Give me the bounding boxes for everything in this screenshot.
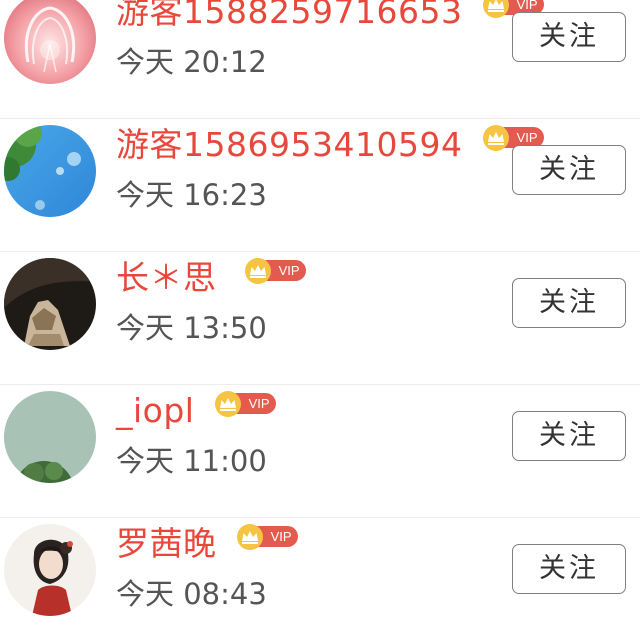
name-line: 游客1588259716653 VIP xyxy=(116,0,544,34)
vip-badge: VIP xyxy=(214,391,276,417)
user-name[interactable]: _iopl xyxy=(116,389,194,433)
crown-icon xyxy=(214,391,241,417)
user-name[interactable]: 罗茜晚 xyxy=(116,522,217,566)
list-item[interactable]: 游客1588259716653 VIP 今天 20:12 关注 xyxy=(0,0,640,119)
list-item[interactable]: 游客1586953410594 VIP 今天 16:23 关注 xyxy=(0,119,640,252)
avatar[interactable] xyxy=(4,391,96,483)
avatar[interactable] xyxy=(4,125,96,217)
user-name[interactable]: 游客1586953410594 xyxy=(116,123,462,167)
list-item[interactable]: 长＊思 VIP 今天 13:50 关注 xyxy=(0,252,640,385)
list-item[interactable]: _iopl VIP 今天 11:00 关注 xyxy=(0,385,640,518)
list-item[interactable]: 罗茜晚 VIP 今天 08:43 关注 xyxy=(0,518,640,633)
vip-badge: VIP xyxy=(236,524,298,550)
user-list: 游客1588259716653 VIP 今天 20:12 关注 游客158695… xyxy=(0,0,640,633)
follow-button[interactable]: 关注 xyxy=(512,12,626,62)
name-line: 游客1586953410594 VIP xyxy=(116,123,544,167)
avatar[interactable] xyxy=(4,0,96,84)
follow-button[interactable]: 关注 xyxy=(512,544,626,594)
follow-button[interactable]: 关注 xyxy=(512,278,626,328)
crown-icon xyxy=(482,0,509,18)
timestamp: 今天 11:00 xyxy=(116,444,267,478)
avatar[interactable] xyxy=(4,258,96,350)
timestamp: 今天 20:12 xyxy=(116,45,267,79)
follow-button[interactable]: 关注 xyxy=(512,411,626,461)
crown-icon xyxy=(236,524,263,550)
crown-icon xyxy=(482,125,509,151)
name-line: _iopl VIP xyxy=(116,389,276,433)
vip-badge: VIP xyxy=(244,258,306,284)
name-line: 长＊思 VIP xyxy=(116,256,306,300)
crown-icon xyxy=(244,258,271,284)
timestamp: 今天 13:50 xyxy=(116,311,267,345)
name-line: 罗茜晚 VIP xyxy=(116,522,298,566)
user-name[interactable]: 长＊思 xyxy=(116,256,217,300)
follow-button[interactable]: 关注 xyxy=(512,145,626,195)
avatar[interactable] xyxy=(4,524,96,616)
timestamp: 今天 16:23 xyxy=(116,178,267,212)
timestamp: 今天 08:43 xyxy=(116,577,267,611)
user-name[interactable]: 游客1588259716653 xyxy=(116,0,462,34)
